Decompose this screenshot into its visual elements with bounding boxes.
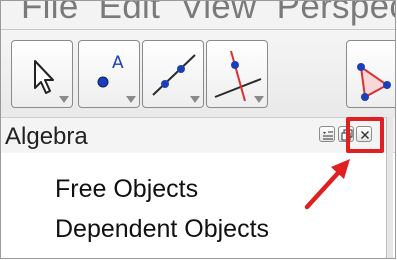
app-window: File Edit View Perspecti A Algebra Free …: [0, 0, 396, 259]
annotation-arrow-icon: [304, 159, 350, 210]
